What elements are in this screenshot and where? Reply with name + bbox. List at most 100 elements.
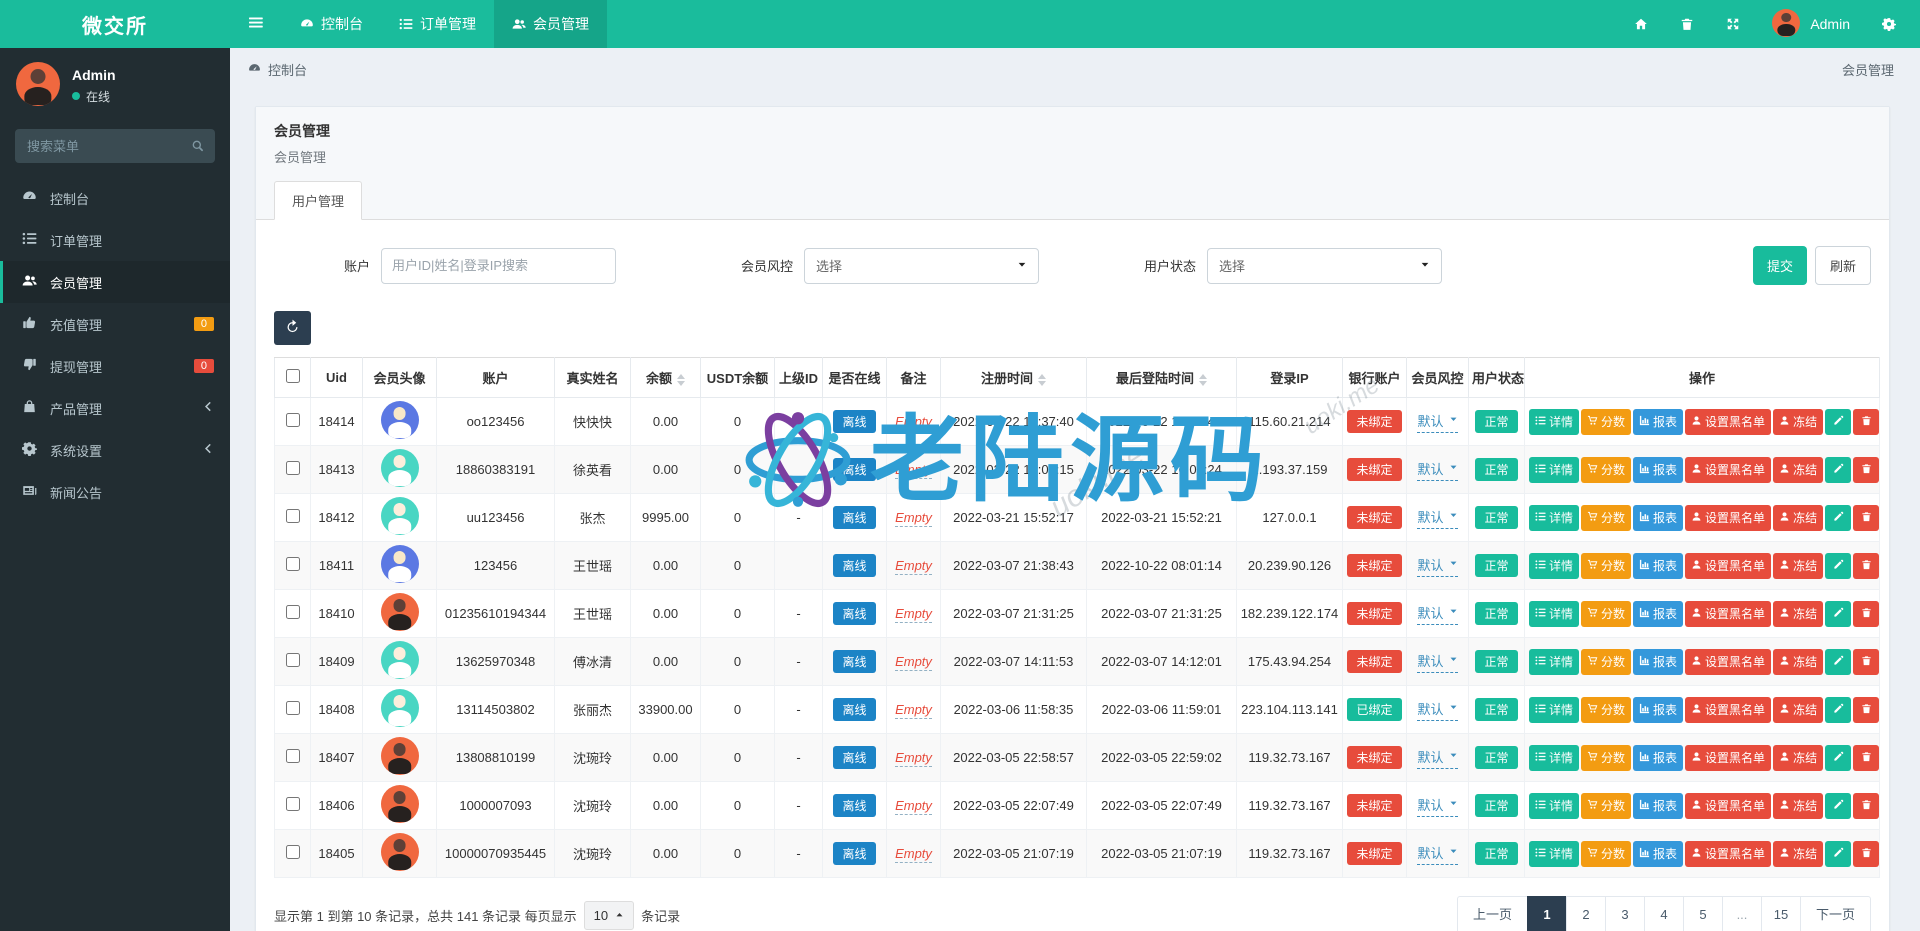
sidebar-item-充值管理[interactable]: 充值管理0: [0, 303, 230, 345]
detail-button[interactable]: 详情: [1529, 649, 1579, 675]
row-checkbox[interactable]: [286, 653, 300, 667]
risk-dropdown-link[interactable]: 默认: [1417, 507, 1457, 529]
report-button[interactable]: 报表: [1633, 745, 1683, 771]
row-checkbox[interactable]: [286, 701, 300, 715]
row-checkbox[interactable]: [286, 413, 300, 427]
score-button[interactable]: 分数: [1581, 697, 1631, 723]
row-checkbox[interactable]: [286, 509, 300, 523]
sidebar-search-input[interactable]: [15, 129, 215, 163]
freeze-button[interactable]: 冻结: [1773, 601, 1823, 627]
account-search-input[interactable]: [381, 248, 616, 284]
detail-button[interactable]: 详情: [1529, 745, 1579, 771]
delete-button[interactable]: [1853, 745, 1879, 771]
blacklist-button[interactable]: 设置黑名单: [1685, 697, 1771, 723]
sidebar-item-会员管理[interactable]: 会员管理: [0, 261, 230, 303]
detail-button[interactable]: 详情: [1529, 793, 1579, 819]
score-button[interactable]: 分数: [1581, 553, 1631, 579]
freeze-button[interactable]: 冻结: [1773, 457, 1823, 483]
edit-button[interactable]: [1825, 409, 1851, 435]
blacklist-button[interactable]: 设置黑名单: [1685, 553, 1771, 579]
detail-button[interactable]: 详情: [1529, 457, 1579, 483]
search-icon[interactable]: [191, 138, 205, 154]
score-button[interactable]: 分数: [1581, 649, 1631, 675]
nav-item-控制台[interactable]: 控制台: [282, 0, 381, 48]
page-button-3[interactable]: 3: [1605, 896, 1645, 931]
risk-dropdown-link[interactable]: 默认: [1417, 747, 1457, 769]
refresh-button[interactable]: 刷新: [1815, 246, 1871, 285]
row-checkbox[interactable]: [286, 557, 300, 571]
sidebar-item-订单管理[interactable]: 订单管理: [0, 219, 230, 261]
score-button[interactable]: 分数: [1581, 409, 1631, 435]
edit-button[interactable]: [1825, 697, 1851, 723]
home-icon[interactable]: [1634, 16, 1648, 32]
delete-button[interactable]: [1853, 649, 1879, 675]
remark-link[interactable]: Empty: [895, 510, 932, 527]
page-button-4[interactable]: 4: [1644, 896, 1684, 931]
page-button-5[interactable]: 5: [1683, 896, 1723, 931]
tab-user-management[interactable]: 用户管理: [274, 181, 362, 220]
page-button-15[interactable]: 15: [1761, 896, 1801, 931]
row-checkbox[interactable]: [286, 845, 300, 859]
edit-button[interactable]: [1825, 457, 1851, 483]
detail-button[interactable]: 详情: [1529, 409, 1579, 435]
delete-button[interactable]: [1853, 457, 1879, 483]
report-button[interactable]: 报表: [1633, 457, 1683, 483]
row-checkbox[interactable]: [286, 797, 300, 811]
remark-link[interactable]: Empty: [895, 606, 932, 623]
score-button[interactable]: 分数: [1581, 841, 1631, 867]
trash-icon[interactable]: [1680, 16, 1694, 32]
blacklist-button[interactable]: 设置黑名单: [1685, 649, 1771, 675]
freeze-button[interactable]: 冻结: [1773, 841, 1823, 867]
edit-button[interactable]: [1825, 841, 1851, 867]
sidebar-item-系统设置[interactable]: 系统设置: [0, 429, 230, 471]
detail-button[interactable]: 详情: [1529, 505, 1579, 531]
score-button[interactable]: 分数: [1581, 457, 1631, 483]
sidebar-toggle-button[interactable]: [230, 0, 282, 48]
freeze-button[interactable]: 冻结: [1773, 793, 1823, 819]
detail-button[interactable]: 详情: [1529, 601, 1579, 627]
submit-button[interactable]: 提交: [1753, 246, 1807, 285]
report-button[interactable]: 报表: [1633, 601, 1683, 627]
edit-button[interactable]: [1825, 793, 1851, 819]
sort-icon[interactable]: [1038, 374, 1046, 386]
freeze-button[interactable]: 冻结: [1773, 697, 1823, 723]
sort-icon[interactable]: [677, 374, 685, 386]
remark-link[interactable]: Empty: [895, 654, 932, 671]
report-button[interactable]: 报表: [1633, 505, 1683, 531]
delete-button[interactable]: [1853, 553, 1879, 579]
sidebar-item-控制台[interactable]: 控制台: [0, 177, 230, 219]
user-status-select[interactable]: 选择: [1207, 248, 1442, 284]
score-button[interactable]: 分数: [1581, 793, 1631, 819]
page-button-上一页[interactable]: 上一页: [1457, 896, 1528, 931]
detail-button[interactable]: 详情: [1529, 697, 1579, 723]
blacklist-button[interactable]: 设置黑名单: [1685, 409, 1771, 435]
remark-link[interactable]: Empty: [895, 558, 932, 575]
blacklist-button[interactable]: 设置黑名单: [1685, 505, 1771, 531]
gears-icon[interactable]: [1882, 16, 1896, 32]
freeze-button[interactable]: 冻结: [1773, 649, 1823, 675]
row-checkbox[interactable]: [286, 461, 300, 475]
report-button[interactable]: 报表: [1633, 409, 1683, 435]
blacklist-button[interactable]: 设置黑名单: [1685, 793, 1771, 819]
report-button[interactable]: 报表: [1633, 649, 1683, 675]
detail-button[interactable]: 详情: [1529, 553, 1579, 579]
report-button[interactable]: 报表: [1633, 793, 1683, 819]
freeze-button[interactable]: 冻结: [1773, 505, 1823, 531]
page-button-1[interactable]: 1: [1527, 896, 1567, 931]
delete-button[interactable]: [1853, 841, 1879, 867]
column-header-余额[interactable]: 余额: [631, 358, 701, 398]
navbar-user[interactable]: Admin: [1772, 9, 1850, 40]
edit-button[interactable]: [1825, 553, 1851, 579]
nav-item-订单管理[interactable]: 订单管理: [381, 0, 494, 48]
freeze-button[interactable]: 冻结: [1773, 553, 1823, 579]
risk-select[interactable]: 选择: [804, 248, 1039, 284]
blacklist-button[interactable]: 设置黑名单: [1685, 745, 1771, 771]
edit-button[interactable]: [1825, 745, 1851, 771]
risk-dropdown-link[interactable]: 默认: [1417, 555, 1457, 577]
column-header-最后登陆时间[interactable]: 最后登陆时间: [1087, 358, 1237, 398]
row-checkbox[interactable]: [286, 605, 300, 619]
delete-button[interactable]: [1853, 697, 1879, 723]
nav-item-会员管理[interactable]: 会员管理: [494, 0, 607, 48]
select-all-checkbox[interactable]: [286, 369, 300, 383]
risk-dropdown-link[interactable]: 默认: [1417, 843, 1457, 865]
